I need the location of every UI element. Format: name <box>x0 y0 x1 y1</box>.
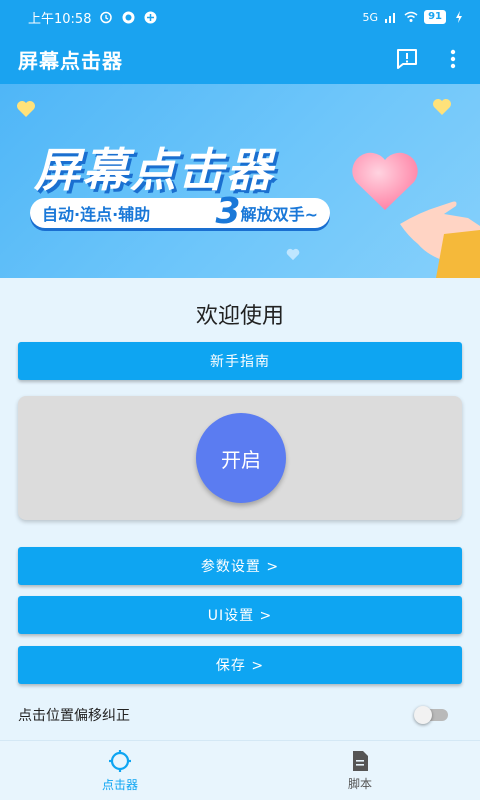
heart-decoration-icon <box>17 101 35 117</box>
save-button[interactable]: 保存 > <box>18 646 462 684</box>
app-notification-icon-2 <box>143 10 157 24</box>
banner-subtitle-left: 自动·连点·辅助 <box>42 205 151 224</box>
main-content: 欢迎使用 新手指南 开启 参数设置 > UI设置 > 保存 > 点击位置偏移纠正 <box>0 278 480 740</box>
start-card: 开启 <box>18 396 462 520</box>
alarm-icon <box>99 10 113 24</box>
params-settings-button[interactable]: 参数设置 > <box>18 547 462 585</box>
feedback-button[interactable] <box>394 46 420 72</box>
nav-item-script[interactable]: 脚本 <box>240 741 480 800</box>
signal-icon <box>384 10 398 24</box>
offset-correction-label: 点击位置偏移纠正 <box>18 708 130 724</box>
wifi-icon <box>404 10 418 24</box>
heart-decoration-icon <box>433 99 451 115</box>
nav-item-clicker[interactable]: 点击器 <box>0 741 240 800</box>
feedback-icon <box>397 49 417 69</box>
offset-correction-toggle[interactable] <box>414 706 450 724</box>
nav-label-script: 脚本 <box>347 776 372 791</box>
more-options-button[interactable] <box>440 46 466 72</box>
status-time: 上午10:58 <box>28 11 92 27</box>
heart-decoration-icon <box>286 248 300 261</box>
crosshair-icon <box>109 749 131 772</box>
start-button[interactable]: 开启 <box>196 413 286 503</box>
battery-level: 91 <box>424 10 446 24</box>
bottom-nav: 点击器 脚本 <box>0 740 480 800</box>
more-vert-icon <box>450 49 456 69</box>
status-bar: 上午10:58 5G 91 <box>0 0 480 34</box>
document-icon <box>353 750 368 771</box>
offset-correction-row: 点击位置偏移纠正 <box>18 702 462 728</box>
network-label: 5G <box>362 10 379 24</box>
banner-subtitle-number: 3 <box>215 191 241 232</box>
ui-settings-button[interactable]: UI设置 > <box>18 596 462 634</box>
banner-subtitle: 自动·连点·辅助 3 解放双手~ <box>30 191 330 232</box>
charging-icon <box>452 10 466 24</box>
toggle-thumb <box>414 706 432 724</box>
welcome-heading: 欢迎使用 <box>195 304 284 329</box>
guide-button[interactable]: 新手指南 <box>18 342 462 380</box>
app-bar: 屏幕点击器 <box>0 34 480 84</box>
app-title: 屏幕点击器 <box>18 48 123 73</box>
app-notification-icon <box>121 10 135 24</box>
promo-banner: 屏幕点击器 自动·连点·辅助 3 解放双手~ <box>0 84 480 278</box>
heart-hand-illustration <box>352 152 480 278</box>
nav-label-clicker: 点击器 <box>101 777 138 792</box>
banner-subtitle-right: 解放双手~ <box>240 205 318 224</box>
